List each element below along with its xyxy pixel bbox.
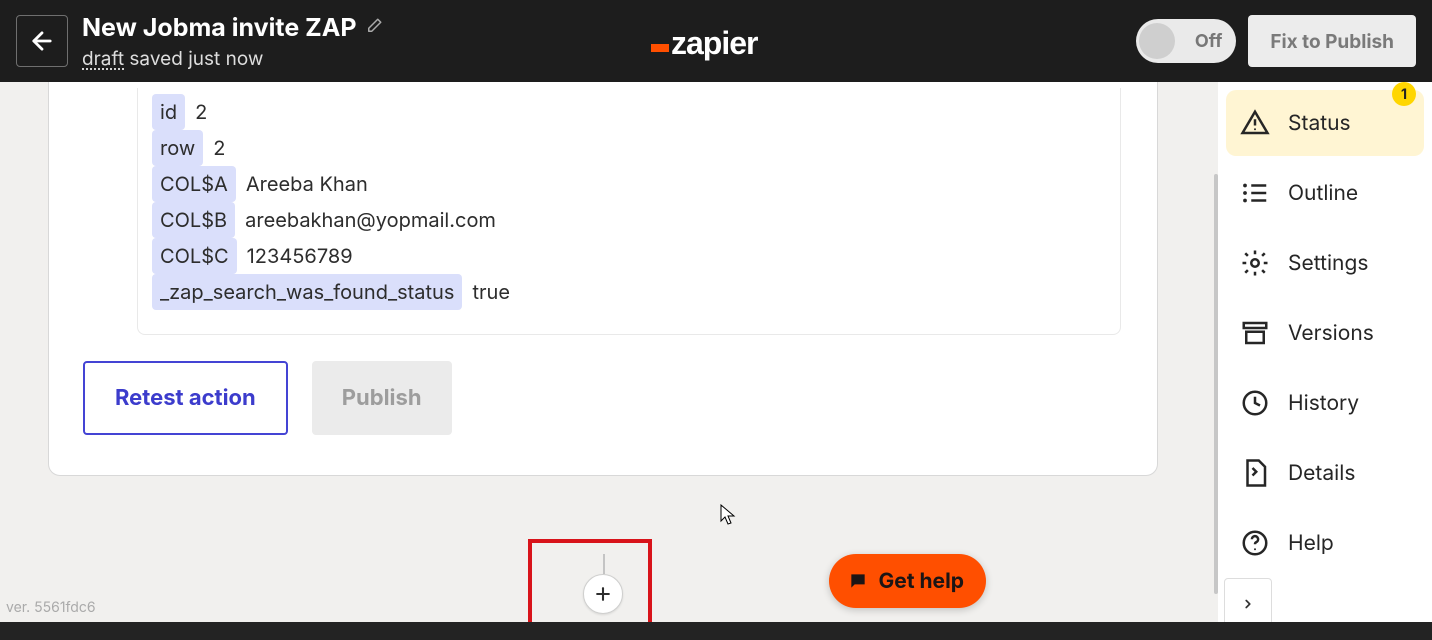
field-key: COL$C	[152, 238, 237, 274]
zapier-logo: zapier	[651, 22, 781, 62]
sidebar-item-label: Help	[1288, 531, 1334, 556]
field-value: 123456789	[247, 239, 353, 273]
sidebar-item-label: Outline	[1288, 181, 1358, 206]
toggle-label: Off	[1195, 31, 1222, 52]
test-result-fields: id2 row2 COL$AAreeba Khan COL$Bareebakha…	[137, 88, 1121, 335]
field-value: 2	[195, 95, 207, 129]
field-key: row	[152, 130, 203, 166]
version-label: ver. 5561fdc6	[6, 599, 96, 616]
field-value: 2	[213, 131, 225, 165]
sidebar-item-help[interactable]: Help	[1226, 510, 1424, 576]
edit-title-icon[interactable]	[365, 17, 383, 39]
field-row: COL$C 123456789	[152, 238, 1106, 274]
save-status: draft saved just now	[82, 47, 383, 70]
sidebar-item-label: Details	[1288, 461, 1355, 486]
field-row: row 2	[152, 130, 1106, 166]
field-row: _zap_search_was_found_status true	[152, 274, 1106, 310]
zap-enable-toggle[interactable]: Off	[1136, 19, 1236, 63]
field-key: _zap_search_was_found_status	[152, 274, 462, 310]
app-header: New Jobma invite ZAP draft saved just no…	[0, 0, 1432, 82]
get-help-button[interactable]: Get help	[829, 554, 986, 608]
get-help-label: Get help	[879, 569, 964, 594]
sidebar-item-status[interactable]: Status 1	[1226, 90, 1424, 156]
action-button-row: Retest action Publish	[83, 361, 1157, 435]
retest-action-button[interactable]: Retest action	[83, 361, 288, 435]
publish-button: Publish	[312, 361, 452, 435]
editor-canvas[interactable]: id2 row2 COL$AAreeba Khan COL$Bareebakha…	[0, 82, 1218, 640]
sidebar-item-versions[interactable]: Versions	[1226, 300, 1424, 366]
draft-label[interactable]: draft	[82, 47, 124, 70]
toggle-knob	[1139, 23, 1175, 59]
field-row: id 2	[152, 94, 1106, 130]
field-value: Areeba Khan	[246, 167, 368, 201]
sidebar-item-settings[interactable]: Settings	[1226, 230, 1424, 296]
status-badge: 1	[1392, 82, 1416, 106]
field-value: areebakhan@yopmail.com	[245, 203, 496, 237]
sidebar-item-label: Status	[1288, 111, 1351, 136]
sidebar-item-label: Settings	[1288, 251, 1368, 276]
mouse-cursor-icon	[720, 504, 738, 530]
field-row: COL$A Areeba Khan	[152, 166, 1106, 202]
sidebar-item-label: History	[1288, 391, 1359, 416]
sidebar-item-outline[interactable]: Outline	[1226, 160, 1424, 226]
sidebar-item-details[interactable]: Details	[1226, 440, 1424, 506]
svg-text:zapier: zapier	[671, 25, 758, 61]
back-button[interactable]	[16, 15, 68, 67]
title-block: New Jobma invite ZAP draft saved just no…	[82, 13, 383, 70]
right-sidebar: Status 1 Outline Settings Versions Histo…	[1218, 82, 1432, 640]
zap-title[interactable]: New Jobma invite ZAP	[82, 13, 357, 43]
add-step-button[interactable]	[583, 574, 623, 614]
fix-to-publish-button[interactable]: Fix to Publish	[1248, 15, 1416, 67]
field-value: true	[472, 275, 510, 309]
sidebar-item-history[interactable]: History	[1226, 370, 1424, 436]
field-key: COL$B	[152, 202, 235, 238]
field-key: id	[152, 94, 185, 130]
step-editor-panel: id2 row2 COL$AAreeba Khan COL$Bareebakha…	[48, 82, 1158, 476]
sidebar-item-label: Versions	[1288, 321, 1374, 346]
step-connector-line	[603, 554, 605, 574]
field-row: COL$B areebakhan@yopmail.com	[152, 202, 1106, 238]
main: id2 row2 COL$AAreeba Khan COL$Bareebakha…	[0, 82, 1432, 640]
os-taskbar-strip	[0, 622, 1432, 640]
field-key: COL$A	[152, 166, 236, 202]
